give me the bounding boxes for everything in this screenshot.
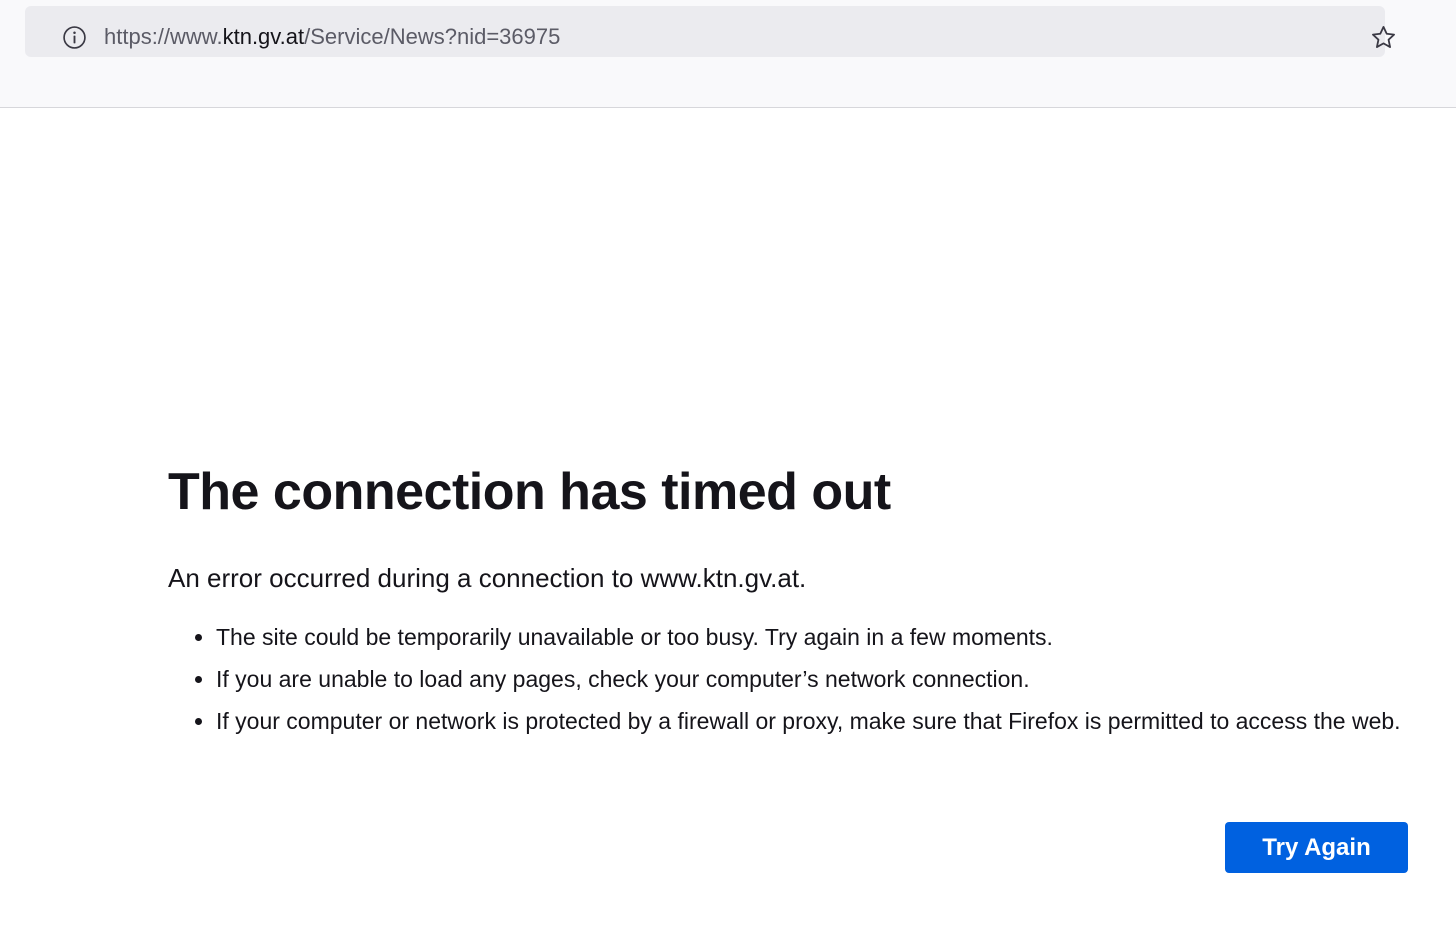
browser-toolbar: https://www.ktn.gv.at/Service/News?nid=3… [0, 0, 1456, 108]
url-path: /Service/News?nid=36975 [304, 24, 561, 49]
address-bar[interactable]: https://www.ktn.gv.at/Service/News?nid=3… [25, 6, 1395, 57]
star-icon[interactable] [1370, 24, 1397, 51]
suggestion-item: If you are unable to load any pages, che… [216, 664, 1408, 694]
url-domain: ktn.gv.at [222, 24, 305, 49]
suggestion-item: If your computer or network is protected… [216, 706, 1408, 736]
error-description: An error occurred during a connection to… [168, 563, 807, 593]
info-icon[interactable] [62, 25, 87, 50]
suggestion-item: The site could be temporarily unavailabl… [216, 622, 1408, 652]
try-again-button[interactable]: Try Again [1225, 822, 1408, 873]
url-text[interactable]: https://www.ktn.gv.at/Service/News?nid=3… [104, 22, 560, 52]
suggestion-list: The site could be temporarily unavailabl… [168, 622, 1408, 748]
error-title: The connection has timed out [168, 463, 891, 521]
url-prefix: https://www. [104, 24, 223, 49]
